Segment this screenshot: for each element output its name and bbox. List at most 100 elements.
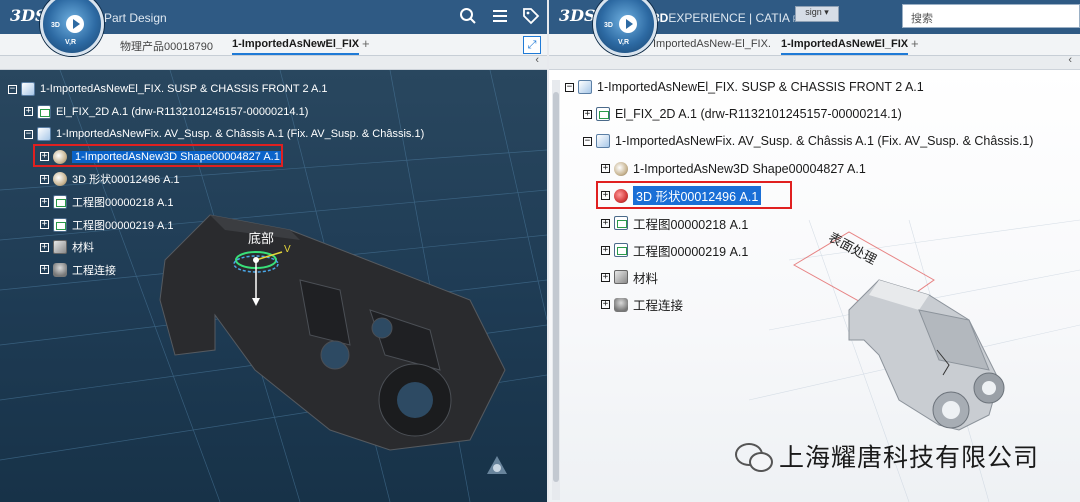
tree-node[interactable]: + El_FIX_2D A.1 (drw-R1132101245157-00000… [24, 103, 308, 121]
play-icon[interactable] [66, 15, 84, 33]
tree-node[interactable]: + 材料 [601, 268, 658, 286]
app-title-rest: EXPERIENCE | CATIA [668, 11, 790, 25]
tree-node[interactable]: + 工程连接 [601, 296, 683, 314]
top-bar: 3DS 3D V,R 3DEXPERIENCE | CATIA Part De … [549, 0, 1080, 56]
watermark: 上海耀唐科技有限公司 [735, 438, 1039, 474]
tree-node-label[interactable]: 工程图00000219 A.1 [633, 241, 748, 260]
conn-icon [614, 297, 628, 312]
3d-viewport[interactable]: 底部 V − 1-ImportedAsNewEl_FIX. SUSP & CHAS… [0, 70, 547, 502]
compass-vr-label: V,R [618, 39, 630, 46]
product-icon [596, 134, 610, 149]
vertical-scrollbar[interactable] [552, 80, 560, 500]
shape-icon [53, 172, 67, 187]
tab-physical-product[interactable]: 物理产品00018790 [120, 38, 213, 54]
watermark-text: 上海耀唐科技有限公司 [779, 444, 1040, 472]
compass-vr-label: V,R [65, 39, 77, 46]
compass-3d-label: 3D [51, 22, 60, 29]
tree-node[interactable]: + 工程图00000219 A.1 [601, 241, 748, 259]
tree-node[interactable]: − 1-ImportedAsNewEl_FIX. SUSP & CHASSIS F… [565, 78, 924, 96]
drawing-icon [53, 195, 67, 209]
drawing-icon [614, 243, 628, 258]
play-icon[interactable] [619, 15, 637, 33]
tree-node[interactable]: − 1-ImportedAsNewFix. AV_Susp. & Châssis … [583, 132, 1033, 150]
collapse-icon[interactable]: − [24, 129, 33, 139]
tree-node-label[interactable]: El_FIX_2D A.1 (drw-R1132101245157-000002… [615, 107, 902, 121]
search-icon[interactable] [458, 7, 478, 27]
expand-icon[interactable]: ⤢ [523, 36, 541, 54]
tree-node-label[interactable]: 3D 形状00012496 A.1 [72, 171, 180, 187]
tree-node-label[interactable]: 1-ImportedAsNewFix. AV_Susp. & Châssis A… [615, 134, 1033, 148]
tree-node-label[interactable]: 工程图00000218 A.1 [633, 214, 748, 233]
shape-icon [614, 161, 628, 176]
sub-bar: ‹ [0, 54, 547, 70]
tree-node-label[interactable]: 1-ImportedAsNew3D Shape00004827 A.1 [633, 162, 866, 176]
tree-node[interactable]: + El_FIX_2D A.1 (drw-R1132101245157-00000… [583, 105, 902, 123]
tree-node[interactable]: + 材料 [40, 238, 94, 256]
expand-icon[interactable]: + [601, 300, 610, 310]
axis-v-label: V [284, 244, 291, 255]
product-icon [21, 82, 35, 96]
conn-icon [53, 262, 67, 277]
app-dropdown[interactable]: sign ▾ [795, 6, 839, 22]
tree-node[interactable]: − 1-ImportedAsNewFix. AV_Susp. & Châssis … [24, 125, 424, 143]
expand-icon[interactable]: + [583, 109, 592, 119]
tree-node[interactable]: − 1-ImportedAsNewEl_FIX. SUSP & CHASSIS F… [8, 80, 328, 98]
collapse-icon[interactable]: − [583, 136, 592, 146]
tree-node[interactable]: + 工程连接 [40, 261, 116, 279]
tree-node[interactable]: +3D 形状00012496 A.1 [40, 170, 180, 188]
collapse-chevron-icon[interactable]: ‹ [535, 54, 539, 66]
tab-imported-part[interactable]: 1-ImportedAsNewEl_FIX [232, 38, 360, 55]
expand-icon[interactable]: + [40, 242, 49, 252]
drawing-icon [37, 104, 51, 119]
tab-imported-el-fix[interactable]: ImportedAsNew-El_FIX. [653, 38, 771, 50]
collapse-icon[interactable]: − [8, 84, 17, 94]
expand-icon[interactable]: + [40, 265, 49, 275]
expand-icon[interactable]: + [24, 107, 33, 117]
tree-node-label[interactable]: 工程图00000219 A.1 [72, 217, 174, 233]
search-input[interactable]: 搜索 [902, 4, 1080, 28]
material-icon [53, 240, 67, 255]
tree-node[interactable]: +1-ImportedAsNew3D Shape00004827 A.1 [601, 160, 866, 178]
drawing-icon [614, 216, 628, 230]
product-icon [37, 127, 51, 142]
add-tab-button[interactable]: + [911, 36, 919, 51]
add-tab-button[interactable]: + [362, 36, 370, 51]
bottom-annotation: 底部 [248, 231, 275, 246]
tree-node-label[interactable]: 工程图00000218 A.1 [72, 194, 174, 210]
drawing-icon [53, 217, 67, 232]
tree-node-label[interactable]: El_FIX_2D A.1 (drw-R1132101245157-000002… [56, 106, 308, 118]
tree-node-label[interactable]: 1-ImportedAsNewEl_FIX. SUSP & CHASSIS FR… [40, 83, 328, 95]
top-bar: 3DS 3D V,R Part Design [0, 0, 547, 56]
tree-node[interactable]: + 工程图00000218 A.1 [601, 214, 748, 232]
tree-node-label[interactable]: 材料 [633, 268, 658, 287]
collapse-chevron-icon[interactable]: ‹ [1068, 54, 1072, 66]
compass-3d-label: 3D [604, 22, 613, 29]
highlight-box [596, 181, 792, 209]
sub-bar: ‹ [549, 54, 1080, 70]
tree-node-label[interactable]: 工程连接 [72, 262, 116, 278]
tree-node-label[interactable]: 1-ImportedAsNewEl_FIX. SUSP & CHASSIS FR… [597, 80, 924, 94]
tree-node-label[interactable]: 材料 [72, 239, 94, 255]
collapse-icon[interactable]: − [565, 82, 574, 92]
right-catia-window: 3DS 3D V,R 3DEXPERIENCE | CATIA Part De … [549, 0, 1080, 502]
expand-icon[interactable]: + [601, 164, 610, 174]
expand-icon[interactable]: + [601, 272, 610, 282]
expand-icon[interactable]: + [40, 174, 49, 184]
menu-icon[interactable] [490, 7, 510, 27]
material-icon [614, 270, 628, 285]
3ds-logo: 3DS [559, 6, 596, 25]
tab-imported-part[interactable]: 1-ImportedAsNewEl_FIX [781, 38, 909, 55]
left-catia-window: 3DS 3D V,R Part Design 物理产品00018790 1-Im… [0, 0, 547, 502]
tag-icon[interactable] [521, 7, 541, 27]
expand-icon[interactable]: + [601, 218, 610, 228]
highlight-box [33, 144, 283, 167]
tree-node[interactable]: + 工程图00000218 A.1 [40, 193, 174, 211]
tree-node[interactable]: + 工程图00000219 A.1 [40, 216, 174, 234]
expand-icon[interactable]: + [40, 197, 49, 207]
tree-node-label[interactable]: 1-ImportedAsNewFix. AV_Susp. & Châssis A… [56, 128, 424, 140]
tree-node-label[interactable]: 工程连接 [633, 295, 683, 314]
product-icon [578, 80, 592, 94]
app-title: Part Design [104, 11, 167, 25]
expand-icon[interactable]: + [40, 220, 49, 230]
expand-icon[interactable]: + [601, 245, 610, 255]
